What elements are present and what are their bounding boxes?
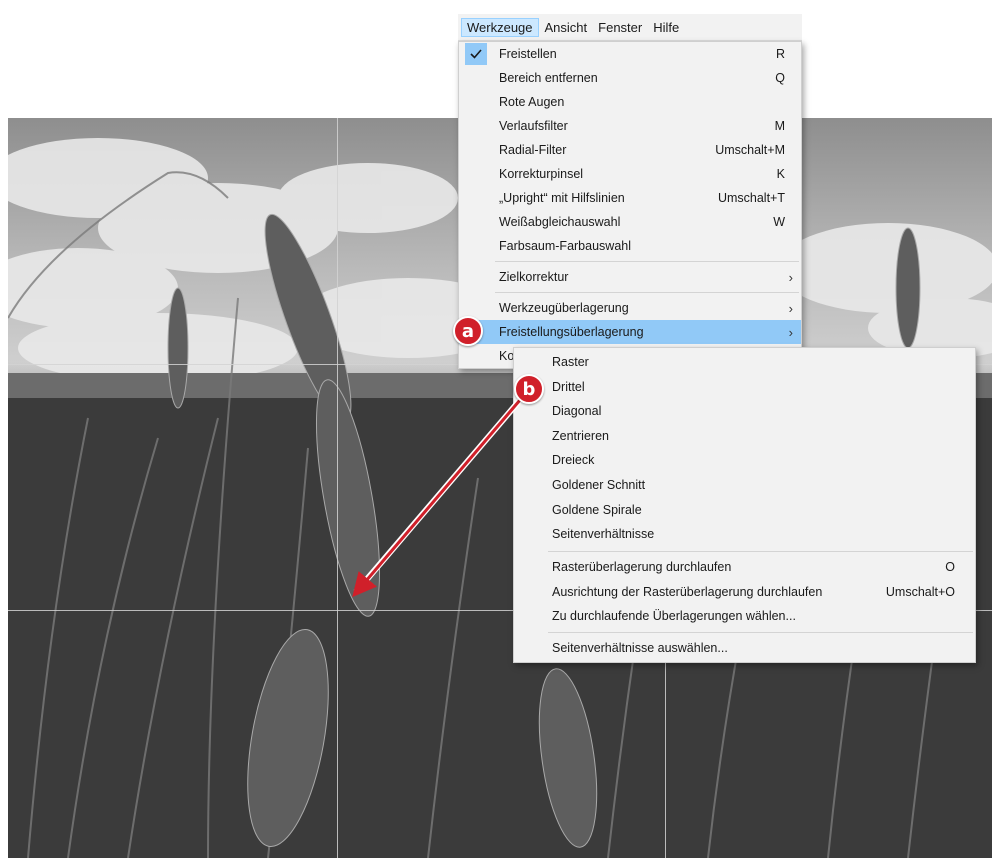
chevron-right-icon: › bbox=[788, 300, 793, 316]
menu-item-label: „Upright“ mit Hilfslinien bbox=[499, 191, 625, 205]
submenu-item-zentrieren[interactable]: Zentrieren bbox=[514, 424, 975, 448]
submenu-item-rasterueberlagerung-durchlaufen[interactable]: Rasterüberlagerung durchlaufen O bbox=[514, 555, 975, 579]
submenu-item-seitenverhaeltnisse[interactable]: Seitenverhältnisse bbox=[514, 522, 975, 546]
menu-item-rote-augen[interactable]: Rote Augen bbox=[459, 90, 801, 114]
submenu-item-diagonal[interactable]: Diagonal bbox=[514, 399, 975, 423]
submenu-item-label: Goldene Spirale bbox=[552, 503, 642, 517]
submenu-item-dreieck[interactable]: Dreieck bbox=[514, 448, 975, 472]
submenu-item-label: Goldener Schnitt bbox=[552, 478, 646, 492]
submenu-item-shortcut: O bbox=[945, 560, 955, 574]
menu-item-freistellen[interactable]: Freistellen R bbox=[459, 42, 801, 66]
menu-item-radial-filter[interactable]: Radial-Filter Umschalt+M bbox=[459, 138, 801, 162]
menu-item-label: Farbsaum-Farbauswahl bbox=[499, 239, 631, 253]
menu-item-bereich-entfernen[interactable]: Bereich entfernen Q bbox=[459, 66, 801, 90]
submenu-separator bbox=[548, 632, 973, 633]
menu-separator bbox=[495, 292, 799, 293]
menu-item-shortcut: Umschalt+T bbox=[717, 191, 785, 205]
menu-item-label: Verlaufsfilter bbox=[499, 119, 568, 133]
submenu-item-goldener-schnitt[interactable]: Goldener Schnitt bbox=[514, 473, 975, 497]
submenu-item-goldene-spirale[interactable]: Goldene Spirale bbox=[514, 498, 975, 522]
menu-item-shortcut: Q bbox=[775, 71, 785, 85]
menu-item-shortcut: W bbox=[773, 215, 785, 229]
callout-badge-b: b bbox=[514, 374, 544, 404]
submenu-separator bbox=[548, 551, 973, 552]
submenu-item-label: Diagonal bbox=[552, 404, 602, 418]
submenu-item-drittel[interactable]: Drittel bbox=[514, 375, 975, 399]
menu-item-label: Ko bbox=[499, 349, 515, 363]
menu-item-label: Radial-Filter bbox=[499, 143, 567, 157]
submenu-item-ausrichtung-durchlaufen[interactable]: Ausrichtung der Rasterüberlagerung durch… bbox=[514, 580, 975, 604]
menu-hilfe[interactable]: Hilfe bbox=[648, 18, 684, 37]
menu-bar: Werkzeuge Ansicht Fenster Hilfe bbox=[458, 14, 802, 41]
crop-grid-line-vertical-1 bbox=[337, 118, 338, 858]
chevron-right-icon: › bbox=[788, 269, 793, 285]
menu-fenster[interactable]: Fenster bbox=[593, 18, 647, 37]
menu-werkzeuge[interactable]: Werkzeuge bbox=[461, 17, 539, 37]
submenu-item-label: Raster bbox=[552, 355, 589, 369]
menu-separator bbox=[495, 261, 799, 262]
chevron-right-icon: › bbox=[788, 324, 793, 340]
menu-item-freistellungsueberlagerung[interactable]: Freistellungsüberlagerung › bbox=[459, 320, 801, 344]
menu-item-label: Freistellungsüberlagerung bbox=[499, 325, 644, 339]
menu-item-upright[interactable]: „Upright“ mit Hilfslinien Umschalt+T bbox=[459, 186, 801, 210]
submenu-item-raster[interactable]: Raster bbox=[514, 350, 975, 374]
callout-badge-a: a bbox=[453, 316, 483, 346]
menu-ansicht[interactable]: Ansicht bbox=[540, 18, 593, 37]
menu-item-korrekturpinsel[interactable]: Korrekturpinsel K bbox=[459, 162, 801, 186]
submenu-item-shortcut: Umschalt+O bbox=[885, 585, 955, 599]
menu-item-shortcut: K bbox=[776, 167, 785, 181]
menu-item-label: Bereich entfernen bbox=[499, 71, 598, 85]
submenu-item-label: Zentrieren bbox=[552, 429, 609, 443]
menu-item-shortcut: Umschalt+M bbox=[715, 143, 785, 157]
checkmark-icon bbox=[465, 43, 487, 65]
menu-item-label: Rote Augen bbox=[499, 95, 565, 109]
submenu-item-label: Zu durchlaufende Überlagerungen wählen..… bbox=[552, 609, 796, 623]
menu-item-label: Weißabgleichauswahl bbox=[499, 215, 621, 229]
submenu-item-label: Rasterüberlagerung durchlaufen bbox=[552, 560, 732, 574]
submenu-item-label: Dreieck bbox=[552, 453, 595, 467]
werkzeuge-dropdown: Freistellen R Bereich entfernen Q Rote A… bbox=[458, 41, 802, 369]
menu-item-label: Zielkorrektur bbox=[499, 270, 569, 284]
submenu-item-label: Drittel bbox=[552, 380, 585, 394]
submenu-item-seitenverhaeltnisse-auswaehlen[interactable]: Seitenverhältnisse auswählen... bbox=[514, 636, 975, 660]
freistellungsueberlagerung-submenu: Raster Drittel Diagonal Zentrieren Dreie… bbox=[513, 347, 976, 663]
menu-item-label: Werkzeugüberlagerung bbox=[499, 301, 629, 315]
submenu-item-label: Seitenverhältnisse bbox=[552, 527, 655, 541]
submenu-item-ueberlagerungen-waehlen[interactable]: Zu durchlaufende Überlagerungen wählen..… bbox=[514, 604, 975, 628]
menu-item-werkzeugueberlagerung[interactable]: Werkzeugüberlagerung › bbox=[459, 296, 801, 320]
menu-item-label: Korrekturpinsel bbox=[499, 167, 584, 181]
submenu-item-label: Seitenverhältnisse auswählen... bbox=[552, 641, 728, 655]
submenu-item-label: Ausrichtung der Rasterüberlagerung durch… bbox=[552, 585, 823, 599]
menu-item-weissabgleichauswahl[interactable]: Weißabgleichauswahl W bbox=[459, 210, 801, 234]
menu-item-shortcut: R bbox=[775, 47, 785, 61]
menu-item-label: Freistellen bbox=[499, 47, 557, 61]
menu-item-farbsaum-farbauswahl[interactable]: Farbsaum-Farbauswahl bbox=[459, 234, 801, 258]
menu-item-zielkorrektur[interactable]: Zielkorrektur › bbox=[459, 265, 801, 289]
menu-item-verlaufsfilter[interactable]: Verlaufsfilter M bbox=[459, 114, 801, 138]
menu-item-shortcut: M bbox=[774, 119, 785, 133]
